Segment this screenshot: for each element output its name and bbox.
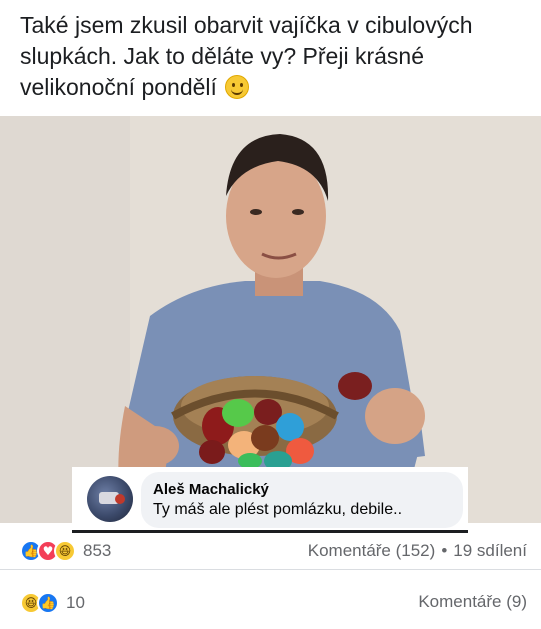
comments-count-link-2[interactable]: Komentáře (9) [418,592,527,611]
comment-text: Ty máš ale plést pomlázku, debile.. [153,501,403,518]
held-egg [338,372,372,400]
post-text-line-3: velikonoční pondělí [20,72,521,103]
photo-illustration [0,116,541,523]
haha-icon: 😆 [54,540,76,562]
post-text-line-1: Také jsem zkusil obarvit vajíčka v cibul… [20,12,473,38]
smiling-face-icon [225,75,250,99]
right-hand [365,388,425,444]
reaction-count[interactable]: 853 [83,541,111,561]
like-icon: 👍 [37,592,59,614]
shares-count-link[interactable]: 19 sdílení [453,541,527,560]
reaction-stats-row: 👍 ♥ 😆 853 Komentáře (152) • 19 sdílení [0,533,541,570]
post-photo[interactable] [0,116,541,523]
post-text-line-3-text: velikonoční pondělí [20,74,217,100]
post-text-line-2: slupkách. Jak to děláte vy? Přeji krásné [20,43,424,69]
comments-shares: Komentáře (152) • 19 sdílení [308,541,527,561]
comments-count-2: Komentáře (9) [418,592,527,612]
comments-count-link[interactable]: Komentáře (152) [308,541,436,560]
reaction-count-2[interactable]: 10 [66,593,85,613]
reactions-summary[interactable]: 👍 ♥ 😆 853 [20,539,111,563]
stats-separator: • [441,541,448,560]
avatar[interactable] [87,476,133,522]
comment-overlay: Aleš Machalický Ty máš ale plést pomlázk… [72,467,468,533]
comment-author[interactable]: Aleš Machalický [153,480,451,499]
reactions-summary-2[interactable]: 😆 👍 10 [20,591,85,615]
reaction-stats-row-2: 😆 👍 10 Komentáře (9) [0,570,541,629]
post-text: Také jsem zkusil obarvit vajíčka v cibul… [0,0,541,116]
comment-bubble[interactable]: Aleš Machalický Ty máš ale plést pomlázk… [141,472,463,528]
